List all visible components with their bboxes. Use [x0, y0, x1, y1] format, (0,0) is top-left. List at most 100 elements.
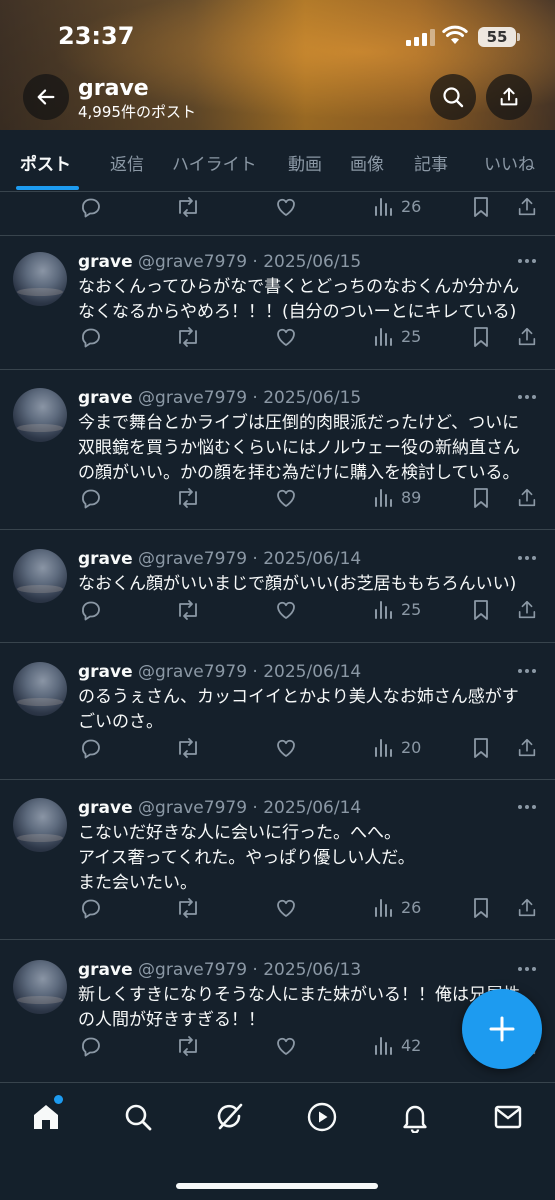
tab-replies[interactable]: 返信 — [110, 150, 144, 175]
views-button[interactable]: 25 — [373, 598, 421, 620]
bookmark-button[interactable] — [470, 486, 492, 510]
views-button[interactable]: 42 — [373, 1034, 421, 1056]
share-post-button[interactable] — [516, 598, 538, 622]
avatar[interactable] — [13, 549, 67, 603]
share-post-button[interactable] — [516, 736, 538, 760]
tab-posts[interactable]: ポスト — [20, 150, 71, 175]
repost-button[interactable] — [175, 325, 201, 349]
author-name[interactable]: grave — [78, 549, 133, 569]
share-icon — [518, 197, 536, 216]
share-icon — [516, 598, 538, 622]
author-name[interactable]: grave — [78, 798, 133, 818]
reply-button[interactable] — [79, 195, 103, 219]
views-button[interactable]: 26 — [373, 195, 421, 217]
repost-button[interactable] — [175, 598, 201, 622]
nav-messages[interactable] — [488, 1097, 528, 1137]
author-handle-date: @grave7979 · 2025/06/13 — [138, 960, 362, 980]
repost-button[interactable] — [175, 896, 201, 920]
share-post-button[interactable] — [516, 486, 538, 510]
author-name[interactable]: grave — [78, 662, 133, 682]
share-post-button[interactable] — [516, 325, 538, 349]
views-button[interactable]: 89 — [373, 486, 421, 508]
share-icon — [516, 325, 538, 349]
more-options-button[interactable] — [518, 962, 540, 976]
reply-button[interactable] — [79, 325, 103, 349]
reply-icon — [79, 325, 103, 349]
avatar[interactable] — [13, 252, 67, 306]
more-options-button[interactable] — [518, 664, 540, 678]
more-options-button[interactable] — [518, 254, 540, 268]
share-post-button[interactable] — [516, 896, 538, 920]
nav-notifications[interactable] — [395, 1097, 435, 1137]
mail-icon — [494, 1105, 522, 1129]
more-options-button[interactable] — [518, 390, 540, 404]
views-button[interactable]: 26 — [373, 896, 421, 918]
tab-likes[interactable]: いいね — [484, 150, 535, 175]
compose-post-button[interactable] — [462, 989, 542, 1069]
share-icon — [516, 896, 538, 920]
like-button[interactable] — [274, 598, 298, 622]
repost-button[interactable] — [175, 736, 201, 760]
avatar[interactable] — [13, 388, 67, 442]
reply-button[interactable] — [79, 896, 103, 920]
repost-button[interactable] — [175, 1034, 201, 1058]
view-count: 89 — [401, 487, 422, 507]
nav-video[interactable] — [302, 1097, 342, 1137]
more-options-button[interactable] — [518, 551, 540, 565]
bookmark-button[interactable] — [470, 896, 492, 920]
views-button[interactable]: 20 — [373, 736, 421, 758]
like-button[interactable] — [274, 1034, 298, 1058]
tweet-text: こないだ好きな人に会いに行った。へへ。 アイス奢ってくれた。やっぱり優しい人だ。ま… — [78, 821, 538, 896]
author-name[interactable]: grave — [78, 252, 133, 272]
tweet-meta: grave @grave7979 · 2025/06/15 — [78, 252, 361, 272]
reply-icon — [79, 736, 103, 760]
bookmark-icon — [470, 598, 492, 622]
reply-icon — [82, 198, 100, 218]
reply-button[interactable] — [79, 1034, 103, 1058]
tab-videos[interactable]: 動画 — [288, 150, 322, 175]
like-button[interactable] — [274, 325, 298, 349]
share-button[interactable] — [486, 74, 532, 120]
views-bar-icon — [373, 736, 395, 758]
like-button[interactable] — [274, 896, 298, 920]
reply-button[interactable] — [79, 736, 103, 760]
nav-search[interactable] — [118, 1097, 158, 1137]
repost-button[interactable] — [175, 486, 201, 510]
tab-articles[interactable]: 記事 — [414, 150, 448, 175]
views-button[interactable]: 25 — [373, 325, 421, 347]
bookmark-button[interactable] — [470, 325, 492, 349]
bookmark-button[interactable] — [470, 195, 492, 219]
avatar[interactable] — [13, 798, 67, 852]
divider — [0, 779, 555, 780]
tab-highlights[interactable]: ハイライト — [172, 150, 257, 175]
tweet-text-line: の顔がいい。かの顔を拝む為だけに購入を検討している。 — [78, 463, 520, 483]
repost-icon — [175, 486, 201, 510]
tweet-text-line: なくなるからやめろ！！！(自分のついーとにキレている) — [78, 302, 517, 322]
share-icon — [516, 736, 538, 760]
like-button[interactable] — [274, 486, 298, 510]
bookmark-button[interactable] — [470, 598, 492, 622]
like-button[interactable] — [274, 736, 298, 760]
back-button[interactable] — [23, 74, 69, 120]
like-button[interactable] — [274, 195, 298, 219]
search-icon — [125, 1104, 152, 1131]
search-button[interactable] — [430, 74, 476, 120]
repost-button[interactable] — [175, 195, 201, 219]
bookmark-button[interactable] — [470, 736, 492, 760]
tweet-text: なおくんってひらがなで書くとどっちのなおくんか分かん なくなるからやめろ！！！(自… — [78, 275, 538, 325]
wifi-icon — [442, 24, 468, 50]
avatar[interactable] — [13, 662, 67, 716]
more-options-button[interactable] — [518, 800, 540, 814]
tab-images[interactable]: 画像 — [350, 150, 384, 175]
action-row: 89 — [0, 486, 555, 516]
reply-button[interactable] — [79, 598, 103, 622]
nav-grok[interactable] — [210, 1097, 250, 1137]
tweet-text-line: 今まで舞台とかライブは圧倒的肉眼派だったけど、ついに — [78, 413, 520, 433]
action-row: 26 — [0, 195, 555, 225]
avatar[interactable] — [13, 960, 67, 1014]
author-name[interactable]: grave — [78, 960, 133, 980]
repost-icon — [175, 325, 201, 349]
share-post-button[interactable] — [516, 195, 538, 219]
author-name[interactable]: grave — [78, 388, 133, 408]
reply-button[interactable] — [79, 486, 103, 510]
